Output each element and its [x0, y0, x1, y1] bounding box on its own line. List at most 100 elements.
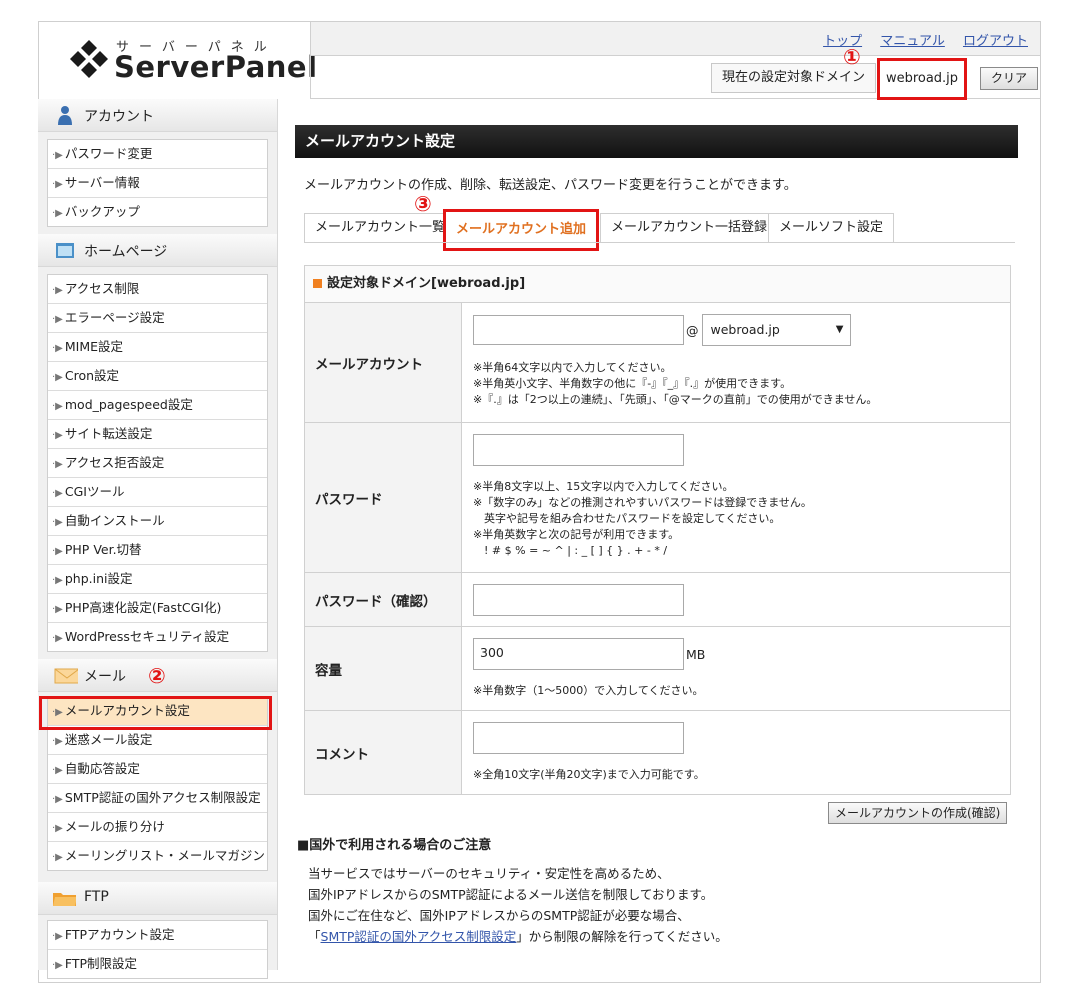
password-confirm-input[interactable]: [473, 584, 684, 616]
annotation-3: ③: [414, 192, 432, 216]
sidebar-item-password-change[interactable]: ·▶ パスワード変更: [48, 140, 267, 169]
field-notes: ※半角8文字以上、15文字以内で入力してください。 ※「数字のみ」などの推測され…: [473, 480, 812, 557]
sidebar-menu-ftp: ·▶ FTPアカウント設定 ·▶ FTP制限設定: [47, 920, 268, 979]
field-notes: ※半角数字（1～5000）で入力してください。: [473, 684, 704, 697]
chevron-right-icon: ·▶: [52, 736, 63, 747]
sidebar-item-label: WordPressセキュリティ設定: [64, 629, 230, 644]
sidebar: アカウント ·▶ パスワード変更 ·▶ サーバー情報 ·▶ バックアップ ホームページ…: [38, 99, 278, 979]
sidebar-item[interactable]: ·▶ アクセス拒否設定: [48, 449, 267, 478]
sidebar-item-label: 自動応答設定: [64, 761, 140, 776]
sidebar-item[interactable]: ·▶ 自動インストール: [48, 507, 267, 536]
sidebar-item[interactable]: ·▶ mod_pagespeed設定: [48, 391, 267, 420]
serverpanel-logo[interactable]: サーバーパネル ServerPanel: [66, 34, 317, 86]
sidebar-item[interactable]: ·▶ php.ini設定: [48, 565, 267, 594]
top-bar: トップ マニュアル ログアウト: [310, 22, 1040, 56]
sidebar-section-title: FTP: [84, 889, 109, 905]
sidebar-item-label: アクセス拒否設定: [64, 455, 165, 470]
sidebar-item[interactable]: ·▶ サイト転送設定: [48, 420, 267, 449]
sidebar-section-account: アカウント: [38, 99, 277, 132]
row-comment: コメント ※全角10文字(半角20文字)まで入力可能です。: [305, 711, 1010, 794]
chevron-right-icon: ·▶: [52, 517, 63, 528]
caution-link-tail: 」から制限の解除を行ってください。: [516, 929, 728, 944]
homepage-icon: [56, 243, 74, 258]
capacity-unit: MB: [686, 646, 706, 662]
chevron-right-icon: ·▶: [52, 401, 63, 412]
user-icon: [58, 106, 72, 125]
domain-select[interactable]: webroad.jp ▼: [701, 314, 851, 346]
sidebar-item-label: エラーページ設定: [64, 310, 165, 325]
sidebar-item[interactable]: ·▶ FTP制限設定: [48, 950, 267, 978]
password-input[interactable]: [473, 434, 684, 466]
sidebar-item[interactable]: ·▶ PHP Ver.切替: [48, 536, 267, 565]
chevron-right-icon: ·▶: [52, 931, 63, 942]
chevron-right-icon: ·▶: [52, 343, 63, 354]
row-mail-account: メールアカウント @ webroad.jp ▼ ※半角64文字以内で入力してください…: [305, 303, 1010, 423]
comment-input[interactable]: [473, 722, 684, 754]
smtp-restriction-link[interactable]: SMTP認証の国外アクセス制限設定: [321, 929, 517, 944]
sidebar-item[interactable]: ·▶ エラーページ設定: [48, 304, 267, 333]
sidebar-item-label: メーリングリスト・メールマガジン: [64, 848, 265, 863]
sidebar-item[interactable]: ·▶ メーリングリスト・メールマガジン: [48, 842, 267, 870]
mail-account-input[interactable]: [473, 315, 684, 345]
chevron-right-icon: ·▶: [52, 633, 63, 644]
sidebar-item[interactable]: ·▶ FTPアカウント設定: [48, 921, 267, 950]
sidebar-section-homepage: ホームページ: [38, 234, 277, 267]
chevron-right-icon: ·▶: [52, 208, 63, 219]
sidebar-item-label: SMTP認証の国外アクセス制限設定: [64, 790, 261, 805]
sidebar-item-label: CGIツール: [64, 484, 125, 499]
chevron-right-icon: ·▶: [52, 314, 63, 325]
tab-mail-account-bulk[interactable]: メールアカウント一括登録: [600, 213, 779, 242]
sidebar-item[interactable]: ·▶ アクセス制限: [48, 275, 267, 304]
sidebar-item[interactable]: ·▶ CGIツール: [48, 478, 267, 507]
sidebar-item-label: PHP高速化設定(FastCGI化): [64, 600, 222, 615]
sidebar-item[interactable]: ·▶ メールの振り分け: [48, 813, 267, 842]
dropdown-arrow-icon: ▼: [835, 324, 844, 335]
sidebar-item[interactable]: ·▶ PHP高速化設定(FastCGI化): [48, 594, 267, 623]
sidebar-item-label: 自動インストール: [64, 513, 165, 528]
sidebar-item-label: mod_pagespeed設定: [64, 397, 193, 412]
sidebar-item-label: PHP Ver.切替: [64, 542, 142, 557]
sidebar-item-backup[interactable]: ·▶ バックアップ: [48, 198, 267, 226]
chevron-right-icon: ·▶: [52, 823, 63, 834]
sidebar-item[interactable]: ·▶ WordPressセキュリティ設定: [48, 623, 267, 651]
sidebar-section-title: ホームページ: [84, 244, 168, 260]
sidebar-item-server-info[interactable]: ·▶ サーバー情報: [48, 169, 267, 198]
sidebar-item-label: Cron設定: [64, 368, 120, 383]
sidebar-item-label: 迷惑メール設定: [64, 732, 153, 747]
chevron-right-icon: ·▶: [52, 794, 63, 805]
sidebar-section-title: アカウント: [84, 109, 154, 125]
field-notes: ※全角10文字(半角20文字)まで入力可能です。: [473, 768, 705, 781]
page-description: メールアカウントの作成、削除、転送設定、パスワード変更を行うことができます。: [304, 178, 797, 193]
sidebar-item[interactable]: ·▶ SMTP認証の国外アクセス制限設定: [48, 784, 267, 813]
tab-mail-account-add[interactable]: メールアカウント追加: [443, 209, 600, 251]
manual-link[interactable]: マニュアル: [880, 34, 945, 49]
capacity-input[interactable]: 300: [473, 638, 684, 670]
field-label: パスワード（確認）: [305, 573, 462, 626]
sidebar-menu-account: ·▶ パスワード変更 ·▶ サーバー情報 ·▶ バックアップ: [47, 139, 268, 227]
field-label: パスワード: [305, 423, 462, 572]
caution-title: ■国外で利用される場合のご注意: [297, 838, 492, 853]
at-sign: @: [686, 322, 699, 338]
sidebar-item-label: サーバー情報: [64, 175, 140, 190]
annotation-1: ①: [843, 45, 861, 69]
tab-mail-account-list[interactable]: メールアカウント一覧: [304, 213, 457, 242]
sidebar-item[interactable]: ·▶ Cron設定: [48, 362, 267, 391]
caution-link-open: 「: [308, 929, 321, 944]
sidebar-item[interactable]: ·▶ 迷惑メール設定: [48, 726, 267, 755]
row-password-confirm: パスワード（確認）: [305, 573, 1010, 627]
tab-mail-software[interactable]: メールソフト設定: [768, 213, 895, 242]
sidebar-menu-homepage: ·▶ アクセス制限 ·▶ エラーページ設定 ·▶ MIME設定 ·▶ Cron設定 ·▶…: [47, 274, 268, 652]
logout-link[interactable]: ログアウト: [963, 34, 1028, 49]
field-label: メールアカウント: [305, 303, 462, 422]
sidebar-item-label: php.ini設定: [64, 571, 133, 586]
chevron-right-icon: ·▶: [52, 372, 63, 383]
sidebar-section-ftp: FTP: [38, 882, 277, 915]
chevron-right-icon: ·▶: [52, 488, 63, 499]
logo-diamonds-icon: [70, 40, 108, 78]
sidebar-item[interactable]: ·▶ 自動応答設定: [48, 755, 267, 784]
sidebar-item[interactable]: ·▶ MIME設定: [48, 333, 267, 362]
create-account-button[interactable]: メールアカウントの作成(確認): [828, 802, 1008, 824]
highlight-box-mail-account: [39, 696, 272, 730]
logo-text: ServerPanel: [114, 50, 318, 84]
clear-button[interactable]: クリア: [980, 67, 1039, 90]
